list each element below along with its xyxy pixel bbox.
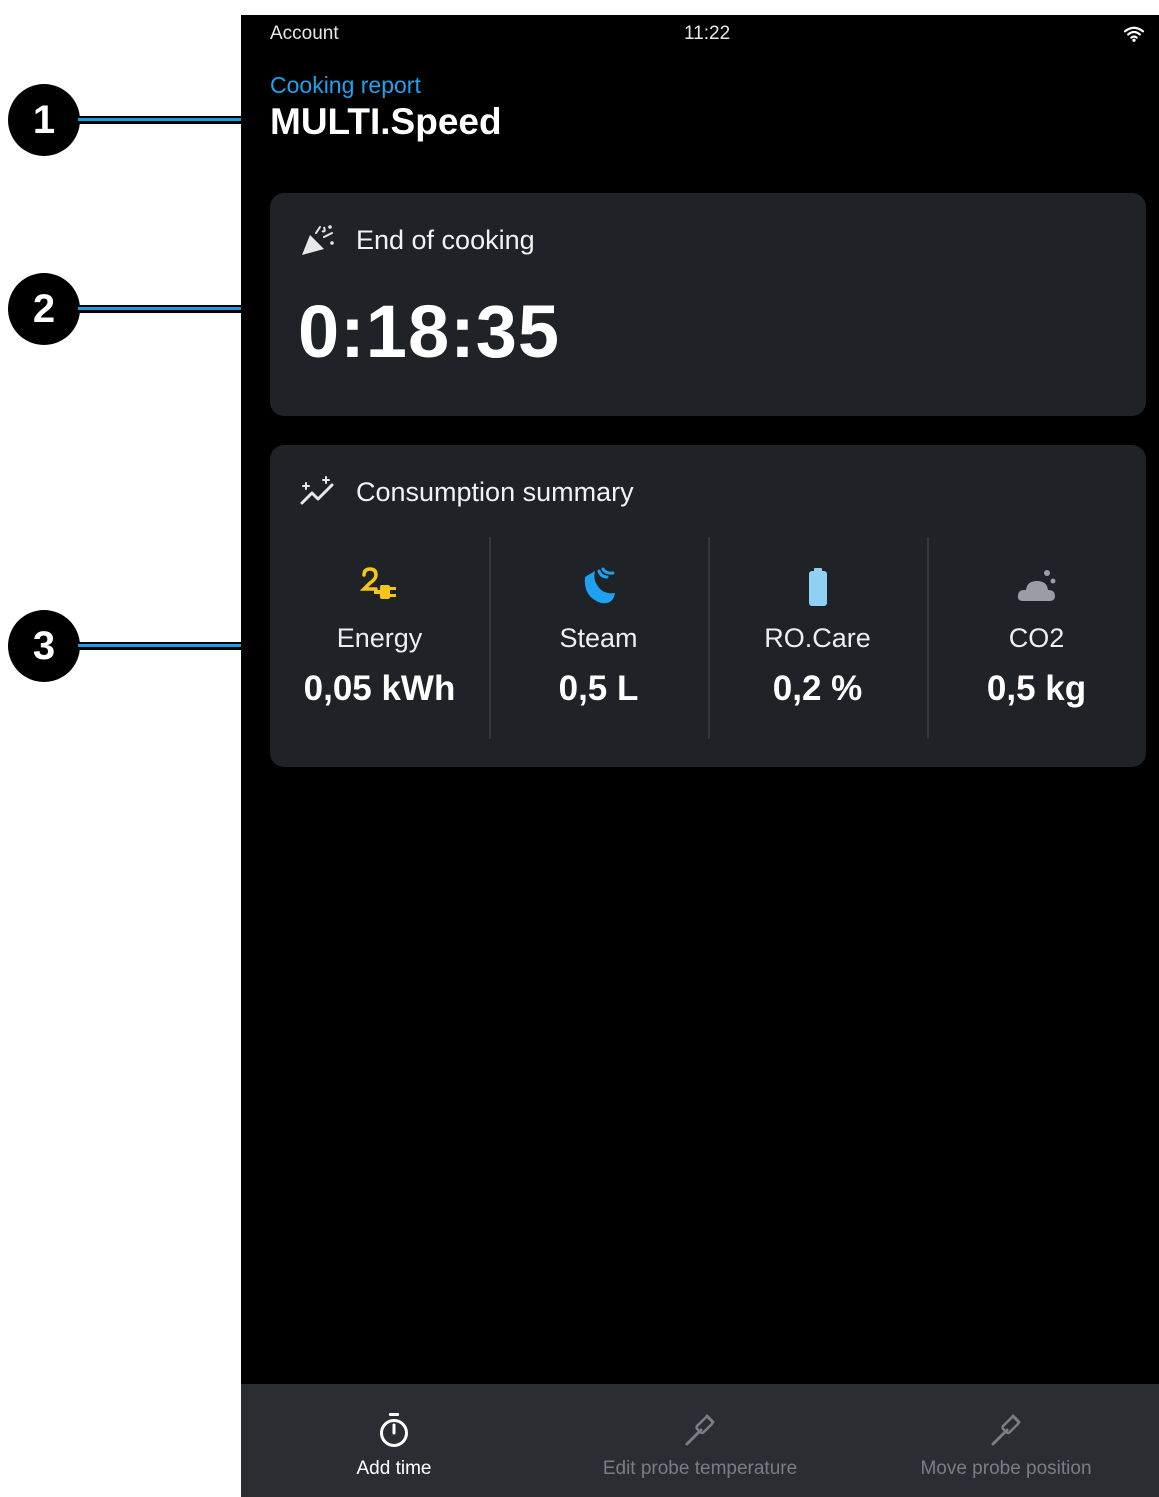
button-label: Add time xyxy=(356,1458,432,1479)
card-title: End of cooking xyxy=(356,224,535,255)
metric-energy: Energy 0,05 kWh xyxy=(270,537,489,739)
move-probe-position-button[interactable]: Move probe position xyxy=(853,1384,1159,1497)
metric-label: Energy xyxy=(336,623,423,653)
button-label: Edit probe temperature xyxy=(602,1458,798,1479)
metric-steam: Steam 0,5 L xyxy=(489,537,708,739)
battery-icon xyxy=(808,568,827,606)
metric-label: CO2 xyxy=(1008,623,1065,653)
sparkle-trend-icon xyxy=(300,476,334,505)
account-link[interactable]: Account xyxy=(270,23,339,45)
cloud-icon xyxy=(1017,570,1055,601)
bottom-action-bar: Add time Edit probe temperature Move pro… xyxy=(241,1384,1159,1497)
breadcrumb[interactable]: Cooking report xyxy=(270,72,421,99)
party-popper-icon xyxy=(302,225,334,255)
energy-plug-icon xyxy=(359,567,396,599)
callout-line xyxy=(78,116,244,124)
callout-number: 3 xyxy=(8,610,80,682)
stopwatch-icon xyxy=(380,1413,408,1447)
card-header: End of cooking xyxy=(300,223,535,257)
callout-line xyxy=(78,305,244,313)
button-label: Move probe position xyxy=(920,1458,1092,1479)
callout-number: 1 xyxy=(8,84,80,156)
end-of-cooking-card: End of cooking 0:18:35 xyxy=(270,193,1146,416)
probe-icon xyxy=(685,1414,715,1446)
wifi-icon xyxy=(1123,26,1145,42)
page-title: MULTI.Speed xyxy=(270,101,502,142)
metrics-row: Energy 0,05 kWh Steam 0,5 L RO.Care 0,2 … xyxy=(270,537,1146,739)
edit-probe-temperature-button[interactable]: Edit probe temperature xyxy=(547,1384,853,1497)
metric-label: RO.Care xyxy=(764,623,871,653)
metric-value: 0,5 kg xyxy=(986,669,1087,708)
status-bar: Account 11:22 xyxy=(241,15,1159,55)
metric-label: Steam xyxy=(559,623,638,653)
metric-ro-care: RO.Care 0,2 % xyxy=(708,537,927,739)
metric-value: 0,5 L xyxy=(558,669,639,708)
device-screen: Account 11:22 Cooking report MULTI.Speed… xyxy=(241,15,1159,1497)
add-time-button[interactable]: Add time xyxy=(241,1384,547,1497)
cooking-timer-value: 0:18:35 xyxy=(298,290,561,373)
status-time: 11:22 xyxy=(684,23,731,44)
callout-number: 2 xyxy=(8,273,80,345)
card-header: Consumption summary xyxy=(300,475,634,509)
metric-value: 0,2 % xyxy=(772,669,863,708)
steam-icon xyxy=(584,567,615,604)
probe-icon xyxy=(991,1414,1021,1446)
card-title: Consumption summary xyxy=(356,476,634,507)
metric-value: 0,05 kWh xyxy=(303,669,456,708)
consumption-summary-card: Consumption summary Energy 0,05 kWh Stea… xyxy=(270,445,1146,767)
metric-co2: CO2 0,5 kg xyxy=(927,537,1146,739)
callout-1: 1 xyxy=(8,84,244,156)
callout-2: 2 xyxy=(8,273,244,345)
